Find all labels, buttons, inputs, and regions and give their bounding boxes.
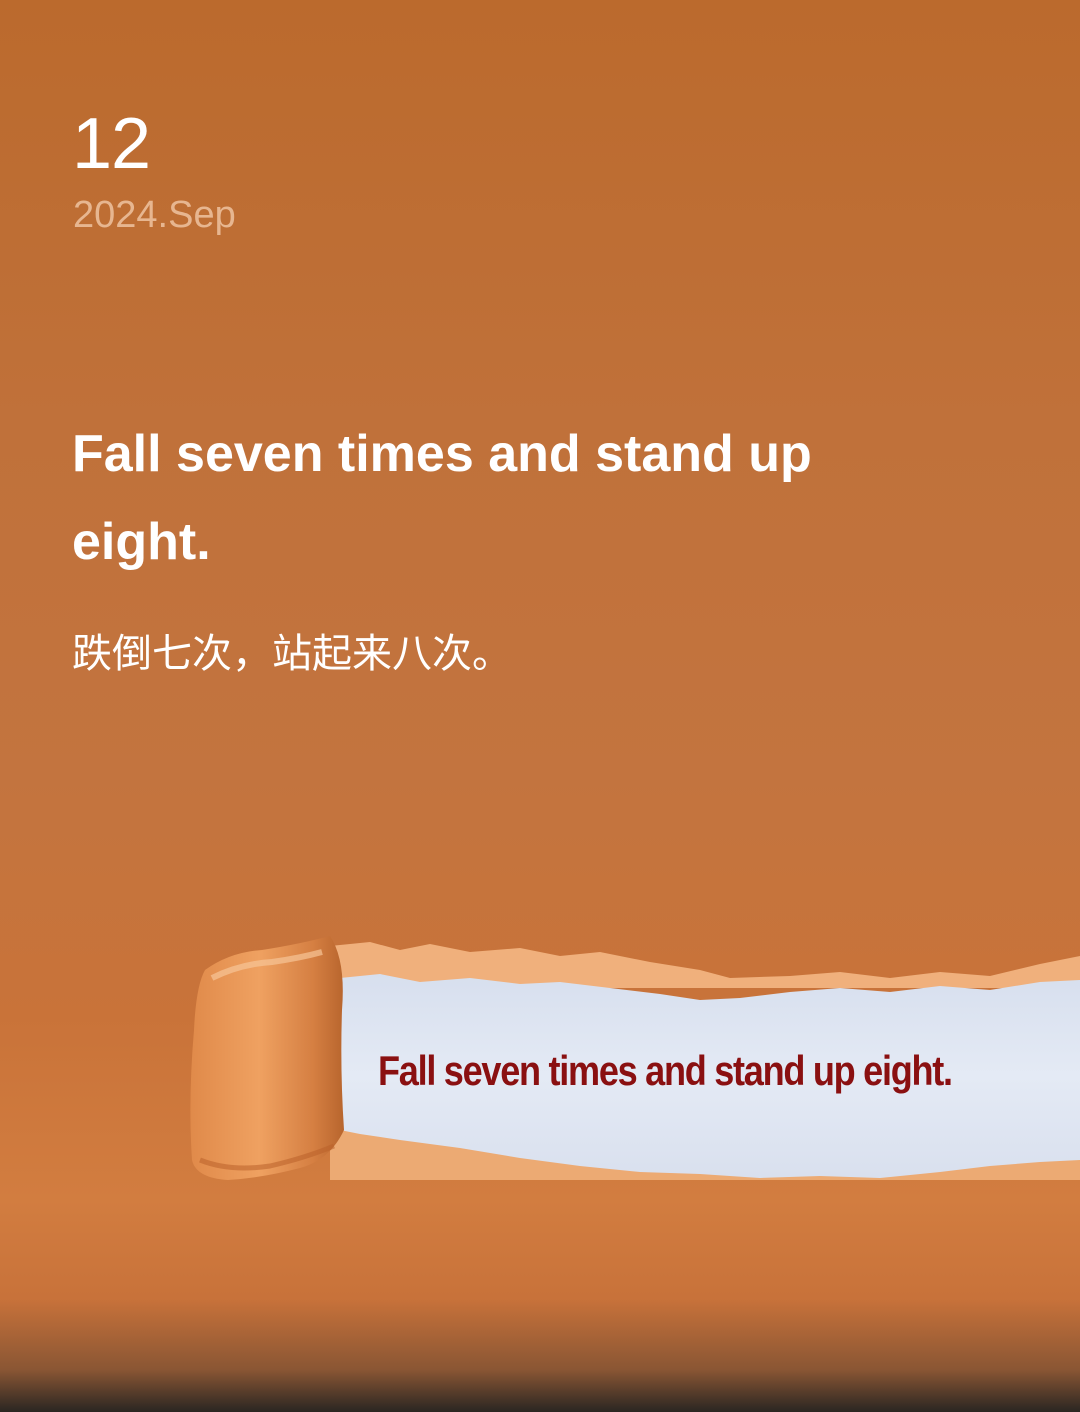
quote-english: Fall seven times and stand up eight.: [72, 425, 812, 571]
quote-card: 12 2024.Sep Fall seven times and stand u…: [0, 0, 1080, 1412]
paper-caption: Fall seven times and stand up eight.: [378, 1047, 953, 1094]
paper-curl: [190, 936, 344, 1180]
day-number: 12: [72, 104, 151, 184]
month-year: 2024.Sep: [73, 194, 236, 236]
quote-chinese: 跌倒七次，站起来八次。: [72, 631, 512, 677]
